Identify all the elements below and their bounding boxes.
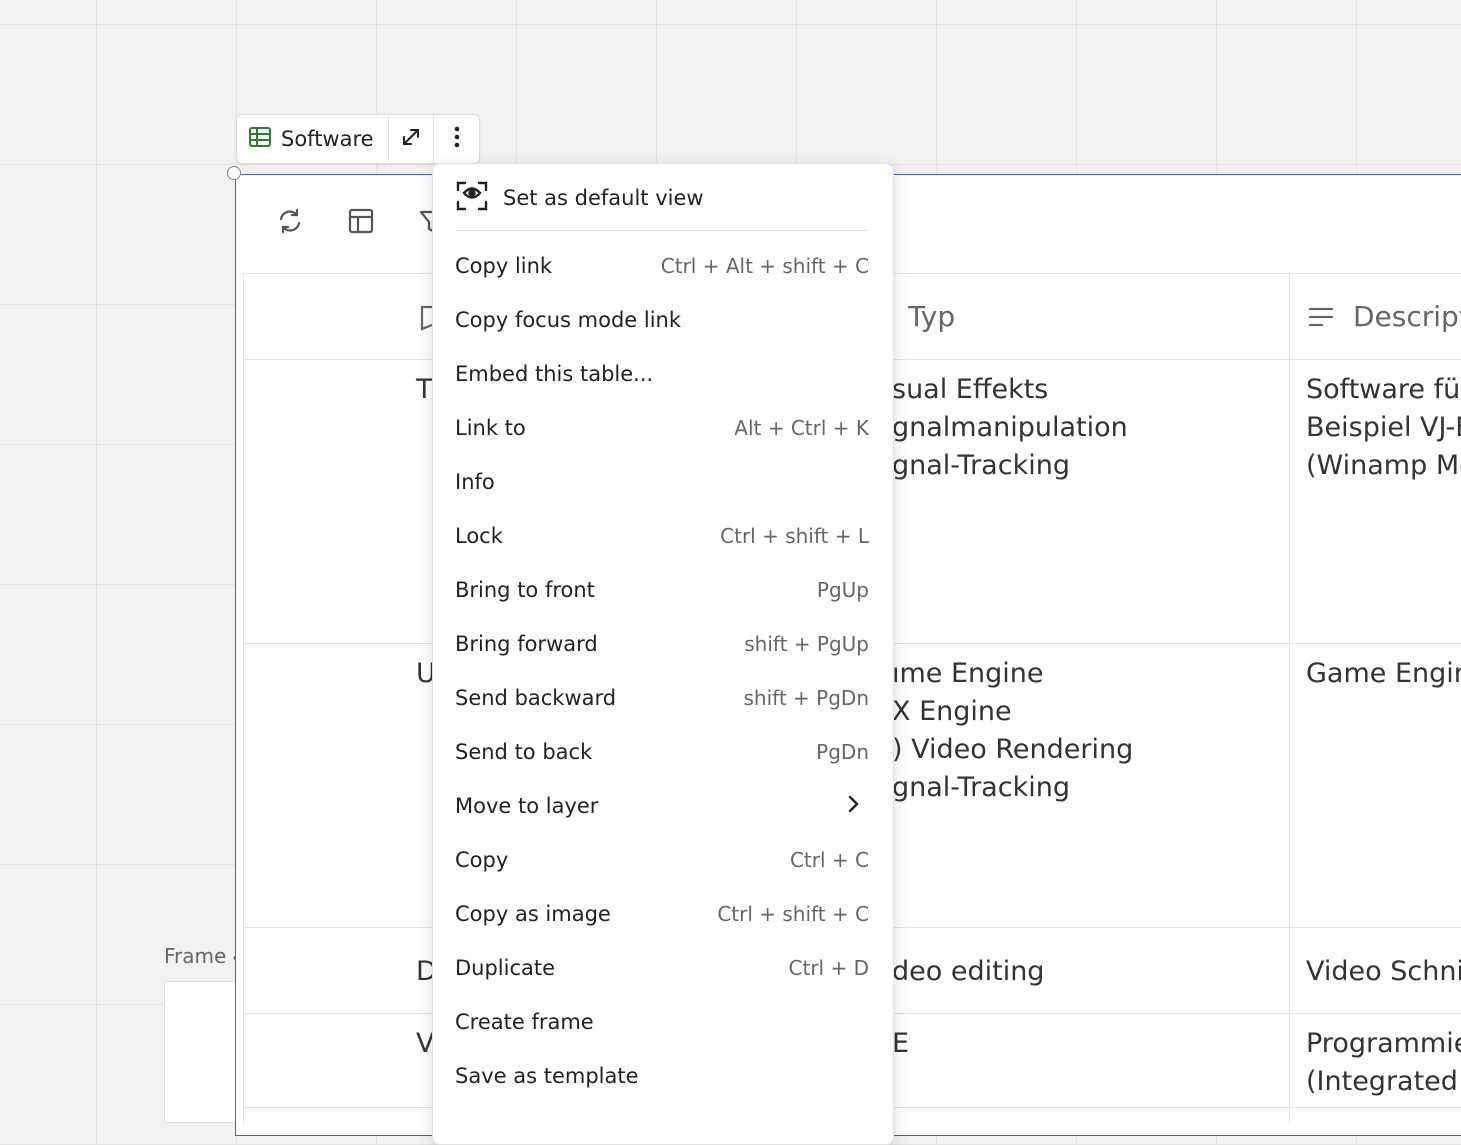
menu-item-label: Lock: [455, 524, 503, 548]
menu-item-label: Info: [455, 470, 495, 494]
description-line: Beispiel VJ-E: [1306, 412, 1461, 443]
menu-item-label: Copy focus mode link: [455, 308, 682, 332]
frame-box[interactable]: [164, 981, 236, 1123]
menu-item-label: Copy: [455, 848, 509, 872]
typ-line: deo editing: [892, 956, 1045, 987]
more-options-button[interactable]: [434, 115, 479, 163]
description-cell[interactable]: Video Schnit: [1306, 953, 1461, 991]
description-cell[interactable]: Software für Beispiel VJ-E (Winamp Me: [1306, 371, 1461, 485]
layout-icon: [347, 207, 375, 239]
typ-line: gnal-Tracking: [892, 772, 1070, 803]
typ-line: sual Effekts: [892, 374, 1049, 405]
name-column-icon: [418, 305, 433, 335]
description-cell[interactable]: Game Engin: [1306, 655, 1461, 693]
menu-item-shortcut: Ctrl + shift + L: [720, 524, 869, 548]
menu-item-label: Send backward: [455, 686, 617, 710]
menu-item-move-to-layer[interactable]: Move to layer: [455, 779, 869, 833]
menu-item-embed-table[interactable]: Embed this table...: [455, 347, 869, 401]
typ-line: ıme Engine: [892, 658, 1044, 689]
menu-item-create-frame[interactable]: Create frame: [455, 995, 869, 1049]
typ-cell[interactable]: E: [892, 1025, 909, 1063]
column-divider: [1289, 273, 1290, 1123]
menu-item-copy-link[interactable]: Copy link Ctrl + Alt + shift + C: [455, 239, 869, 293]
menu-item-label: Link to: [455, 416, 526, 440]
widget-toolbar: Software: [236, 114, 480, 164]
menu-item-shortcut: Ctrl + shift + C: [717, 902, 869, 926]
menu-item-label: Create frame: [455, 1010, 594, 1034]
menu-item-set-default-view[interactable]: Set as default view: [455, 176, 869, 220]
menu-item-bring-forward[interactable]: Bring forward shift + PgUp: [455, 617, 869, 671]
menu-item-shortcut: PgUp: [816, 578, 869, 602]
menu-item-shortcut: Ctrl + Alt + shift + C: [660, 254, 869, 278]
table-title-chip[interactable]: Software: [237, 115, 389, 163]
table-title: Software: [281, 127, 374, 151]
menu-item-label: Duplicate: [455, 956, 556, 980]
typ-line: gnal-Tracking: [892, 450, 1070, 481]
menu-item-copy-focus-mode-link[interactable]: Copy focus mode link: [455, 293, 869, 347]
expand-icon: [400, 126, 422, 152]
typ-cell[interactable]: ıme Engine X Engine ) Video Rendering gn…: [892, 655, 1133, 807]
description-line: (Winamp Me: [1306, 450, 1461, 481]
sync-icon: [276, 207, 304, 239]
typ-line: X Engine: [892, 696, 1012, 727]
description-line: Software für: [1306, 374, 1461, 405]
chevron-right-icon: [847, 795, 859, 817]
menu-item-label: Copy as image: [455, 902, 611, 926]
menu-item-shortcut: shift + PgUp: [744, 632, 869, 656]
description-line: Video Schnit: [1306, 956, 1461, 987]
layout-button[interactable]: [344, 206, 378, 240]
menu-item-shortcut: Ctrl + C: [789, 848, 869, 872]
menu-item-send-to-back[interactable]: Send to back PgDn: [455, 725, 869, 779]
menu-item-shortcut: PgDn: [816, 740, 869, 764]
menu-separator: [455, 230, 869, 231]
menu-item-info[interactable]: Info: [455, 455, 869, 509]
text-lines-icon: [1308, 306, 1334, 332]
typ-cell[interactable]: sual Effekts gnalmanipulation gnal-Track…: [892, 371, 1128, 485]
typ-cell[interactable]: deo editing: [892, 953, 1044, 991]
menu-item-copy-as-image[interactable]: Copy as image Ctrl + shift + C: [455, 887, 869, 941]
menu-item-bring-to-front[interactable]: Bring to front PgUp: [455, 563, 869, 617]
menu-item-link-to[interactable]: Link to Alt + Ctrl + K: [455, 401, 869, 455]
sync-button[interactable]: [273, 206, 307, 240]
frame-label[interactable]: Frame 4: [164, 944, 245, 968]
typ-line: ) Video Rendering: [892, 734, 1134, 765]
menu-item-shortcut: Ctrl + D: [788, 956, 869, 980]
menu-item-label: Send to back: [455, 740, 593, 764]
description-line: Game Engin: [1306, 658, 1461, 689]
menu-item-label: Bring to front: [455, 578, 595, 602]
menu-item-label: Copy link: [455, 254, 553, 278]
menu-item-lock[interactable]: Lock Ctrl + shift + L: [455, 509, 869, 563]
row-name-cell[interactable]: T: [416, 371, 433, 409]
table-icon: [249, 127, 271, 151]
menu-item-label: Embed this table...: [455, 362, 654, 386]
menu-item-duplicate[interactable]: Duplicate Ctrl + D: [455, 941, 869, 995]
menu-item-label: Set as default view: [503, 186, 704, 210]
expand-button[interactable]: [389, 115, 435, 163]
column-header-description[interactable]: Descript: [1353, 300, 1461, 333]
menu-item-label: Move to layer: [455, 794, 599, 818]
typ-line: E: [892, 1028, 910, 1059]
menu-item-shortcut: Alt + Ctrl + K: [734, 416, 869, 440]
menu-item-copy[interactable]: Copy Ctrl + C: [455, 833, 869, 887]
menu-item-label: Bring forward: [455, 632, 598, 656]
menu-item-shortcut: shift + PgDn: [743, 686, 870, 710]
description-line: Programmie: [1306, 1028, 1461, 1059]
menu-item-label: Save as template: [455, 1064, 639, 1088]
typ-line: gnalmanipulation: [892, 412, 1128, 443]
resize-handle[interactable]: [227, 166, 241, 180]
description-cell[interactable]: Programmie (Integrated: [1306, 1025, 1461, 1101]
more-vertical-icon: [454, 126, 460, 152]
menu-item-save-as-template[interactable]: Save as template: [455, 1049, 869, 1103]
menu-item-send-backward[interactable]: Send backward shift + PgDn: [455, 671, 869, 725]
eye-focus-icon: [455, 180, 489, 216]
description-line: (Integrated: [1306, 1066, 1458, 1097]
column-header-typ[interactable]: Typ: [908, 300, 955, 333]
